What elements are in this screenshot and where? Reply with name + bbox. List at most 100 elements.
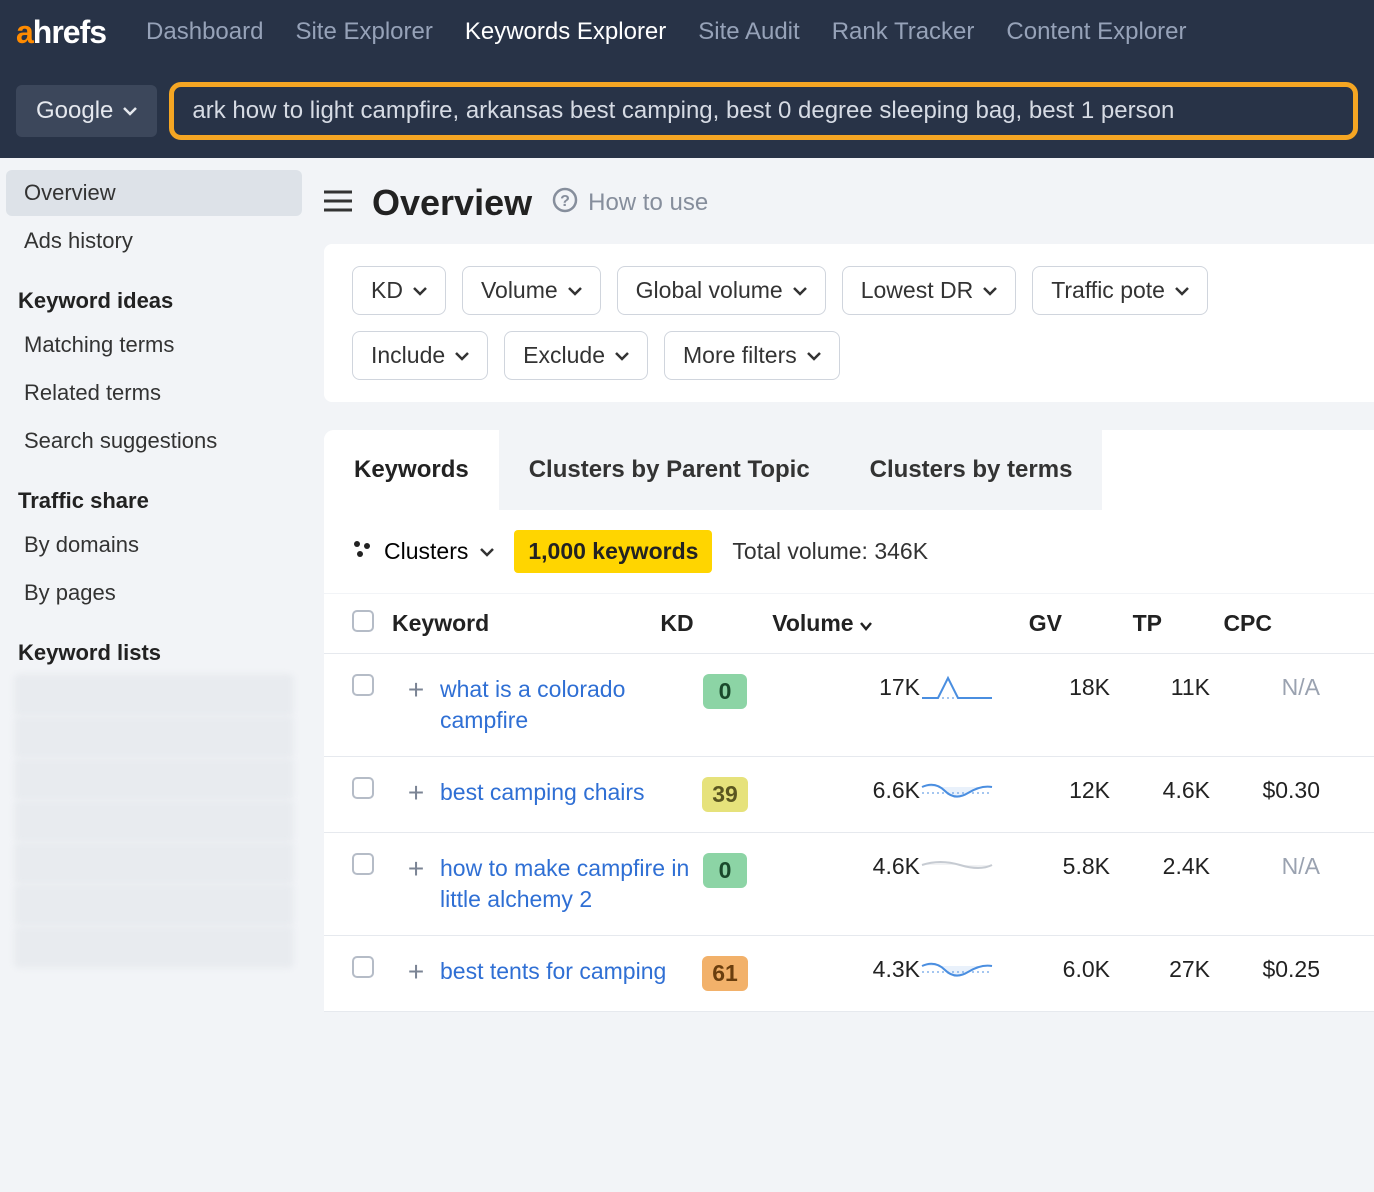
nav-item-keywords-explorer[interactable]: Keywords Explorer: [465, 18, 666, 46]
chevron-down-icon: [480, 547, 494, 557]
sort-desc-icon: [860, 621, 872, 631]
page-header: Overview ? How to use: [308, 158, 1374, 244]
trend-sparkline: [920, 777, 1010, 811]
nav-item-content-explorer[interactable]: Content Explorer: [1006, 18, 1186, 46]
row-checkbox[interactable]: [352, 956, 374, 978]
col-kd[interactable]: KD: [642, 610, 712, 637]
sidebar-item-ads-history[interactable]: Ads history: [6, 218, 302, 264]
trend-sparkline: [920, 853, 1010, 887]
search-engine-select[interactable]: Google: [16, 85, 157, 137]
table-toolbar: Clusters 1,000 keywords Total volume: 34…: [324, 510, 1374, 594]
nav-item-site-explorer[interactable]: Site Explorer: [295, 18, 432, 46]
logo[interactable]: ahrefs: [16, 14, 106, 51]
gv-cell: 12K: [1010, 777, 1110, 804]
chevron-down-icon: [983, 286, 997, 296]
nav-items: Dashboard Site Explorer Keywords Explorer S…: [146, 18, 1218, 46]
select-all-checkbox[interactable]: [352, 610, 374, 632]
filter-lowest-dr[interactable]: Lowest DR: [842, 266, 1016, 315]
how-to-use[interactable]: ? How to use: [552, 187, 708, 220]
filter-global-volume[interactable]: Global volume: [617, 266, 826, 315]
search-query: ark how to light campfire, arkansas best…: [192, 97, 1174, 124]
sidebar-item-matching-terms[interactable]: Matching terms: [6, 322, 302, 368]
nav-item-dashboard[interactable]: Dashboard: [146, 18, 263, 46]
tp-cell: 2.4K: [1110, 853, 1210, 880]
how-to-label: How to use: [588, 189, 708, 217]
chevron-down-icon: [1175, 286, 1189, 296]
search-input[interactable]: ark how to light campfire, arkansas best…: [169, 82, 1358, 140]
filter-label: Traffic pote: [1051, 277, 1165, 304]
trend-sparkline: [920, 956, 1010, 990]
filter-exclude[interactable]: Exclude: [504, 331, 648, 380]
tab-clusters-by-parent-topic[interactable]: Clusters by Parent Topic: [499, 430, 840, 510]
sidebar-item-by-pages[interactable]: By pages: [6, 570, 302, 616]
volume-cell: 6.6K: [760, 777, 920, 804]
expand-button[interactable]: +: [402, 956, 430, 988]
tab-clusters-by-terms[interactable]: Clusters by terms: [840, 430, 1103, 510]
filter-label: Global volume: [636, 277, 783, 304]
row-checkbox[interactable]: [352, 777, 374, 799]
table-body: +what is a colorado campfire017K18K11KN/…: [324, 654, 1374, 1012]
volume-cell: 4.6K: [760, 853, 920, 880]
table-panel: Clusters 1,000 keywords Total volume: 34…: [324, 510, 1374, 1012]
col-keyword[interactable]: Keyword: [392, 610, 642, 637]
help-icon: ?: [552, 187, 578, 220]
gv-cell: 6.0K: [1010, 956, 1110, 983]
keyword-link[interactable]: what is a colorado campfire: [440, 674, 690, 736]
table-row: +what is a colorado campfire017K18K11KN/…: [324, 654, 1374, 757]
sidebar-item-search-suggestions[interactable]: Search suggestions: [6, 418, 302, 464]
expand-button[interactable]: +: [402, 777, 430, 809]
col-cpc[interactable]: CPC: [1162, 610, 1272, 637]
dots-icon: [352, 538, 372, 565]
filters-panel: KD Volume Global volume Lowest DR Traffic po…: [324, 244, 1374, 402]
filter-volume[interactable]: Volume: [462, 266, 601, 315]
cpc-cell: $0.30: [1210, 777, 1320, 804]
sidebar-item-by-domains[interactable]: By domains: [6, 522, 302, 568]
tab-keywords[interactable]: Keywords: [324, 430, 499, 510]
col-gv[interactable]: GV: [962, 610, 1062, 637]
keyword-link[interactable]: best tents for camping: [440, 956, 690, 987]
search-bar: Google ark how to light campfire, arkans…: [0, 64, 1374, 158]
chevron-down-icon: [615, 351, 629, 361]
cpc-cell: $0.25: [1210, 956, 1320, 983]
nav-item-site-audit[interactable]: Site Audit: [698, 18, 799, 46]
cpc-cell: N/A: [1210, 674, 1320, 701]
clusters-dropdown[interactable]: Clusters: [352, 538, 494, 565]
sidebar-item-overview[interactable]: Overview: [6, 170, 302, 216]
table-header: Keyword KD Volume GV TP CPC: [324, 594, 1374, 654]
chevron-down-icon: [568, 286, 582, 296]
cpc-cell: N/A: [1210, 853, 1320, 880]
sidebar-item-related-terms[interactable]: Related terms: [6, 370, 302, 416]
logo-a: a: [16, 14, 33, 50]
engine-label: Google: [36, 97, 113, 125]
kd-badge: 39: [702, 777, 748, 812]
expand-button[interactable]: +: [402, 853, 430, 885]
filter-traffic-pote[interactable]: Traffic pote: [1032, 266, 1208, 315]
tabs: KeywordsClusters by Parent TopicClusters…: [324, 430, 1374, 510]
sidebar-heading-traffic-share: Traffic share: [0, 466, 308, 522]
filter-include[interactable]: Include: [352, 331, 488, 380]
keyword-link[interactable]: best camping chairs: [440, 777, 690, 808]
filter-label: Exclude: [523, 342, 605, 369]
page-title: Overview: [372, 182, 532, 224]
row-checkbox[interactable]: [352, 853, 374, 875]
chevron-down-icon: [455, 351, 469, 361]
filter-label: More filters: [683, 342, 797, 369]
keyword-link[interactable]: how to make campfire in little alchemy 2: [440, 853, 690, 915]
filter-kd[interactable]: KD: [352, 266, 446, 315]
col-tp[interactable]: TP: [1062, 610, 1162, 637]
filter-label: KD: [371, 277, 403, 304]
trend-sparkline: [920, 674, 1010, 708]
tp-cell: 4.6K: [1110, 777, 1210, 804]
logo-rest: hrefs: [33, 14, 106, 50]
col-volume[interactable]: Volume: [712, 610, 872, 637]
nav-item-rank-tracker[interactable]: Rank Tracker: [832, 18, 975, 46]
filter-more-filters[interactable]: More filters: [664, 331, 840, 380]
expand-button[interactable]: +: [402, 674, 430, 706]
menu-icon[interactable]: [324, 190, 352, 217]
keyword-count-badge: 1,000 keywords: [514, 530, 712, 573]
chevron-down-icon: [807, 351, 821, 361]
table-row: + best camping chairs 39 6.6K 12K4.6K$0.30: [324, 757, 1374, 833]
svg-text:?: ?: [560, 193, 570, 210]
total-volume: Total volume: 346K: [732, 538, 928, 565]
row-checkbox[interactable]: [352, 674, 374, 696]
